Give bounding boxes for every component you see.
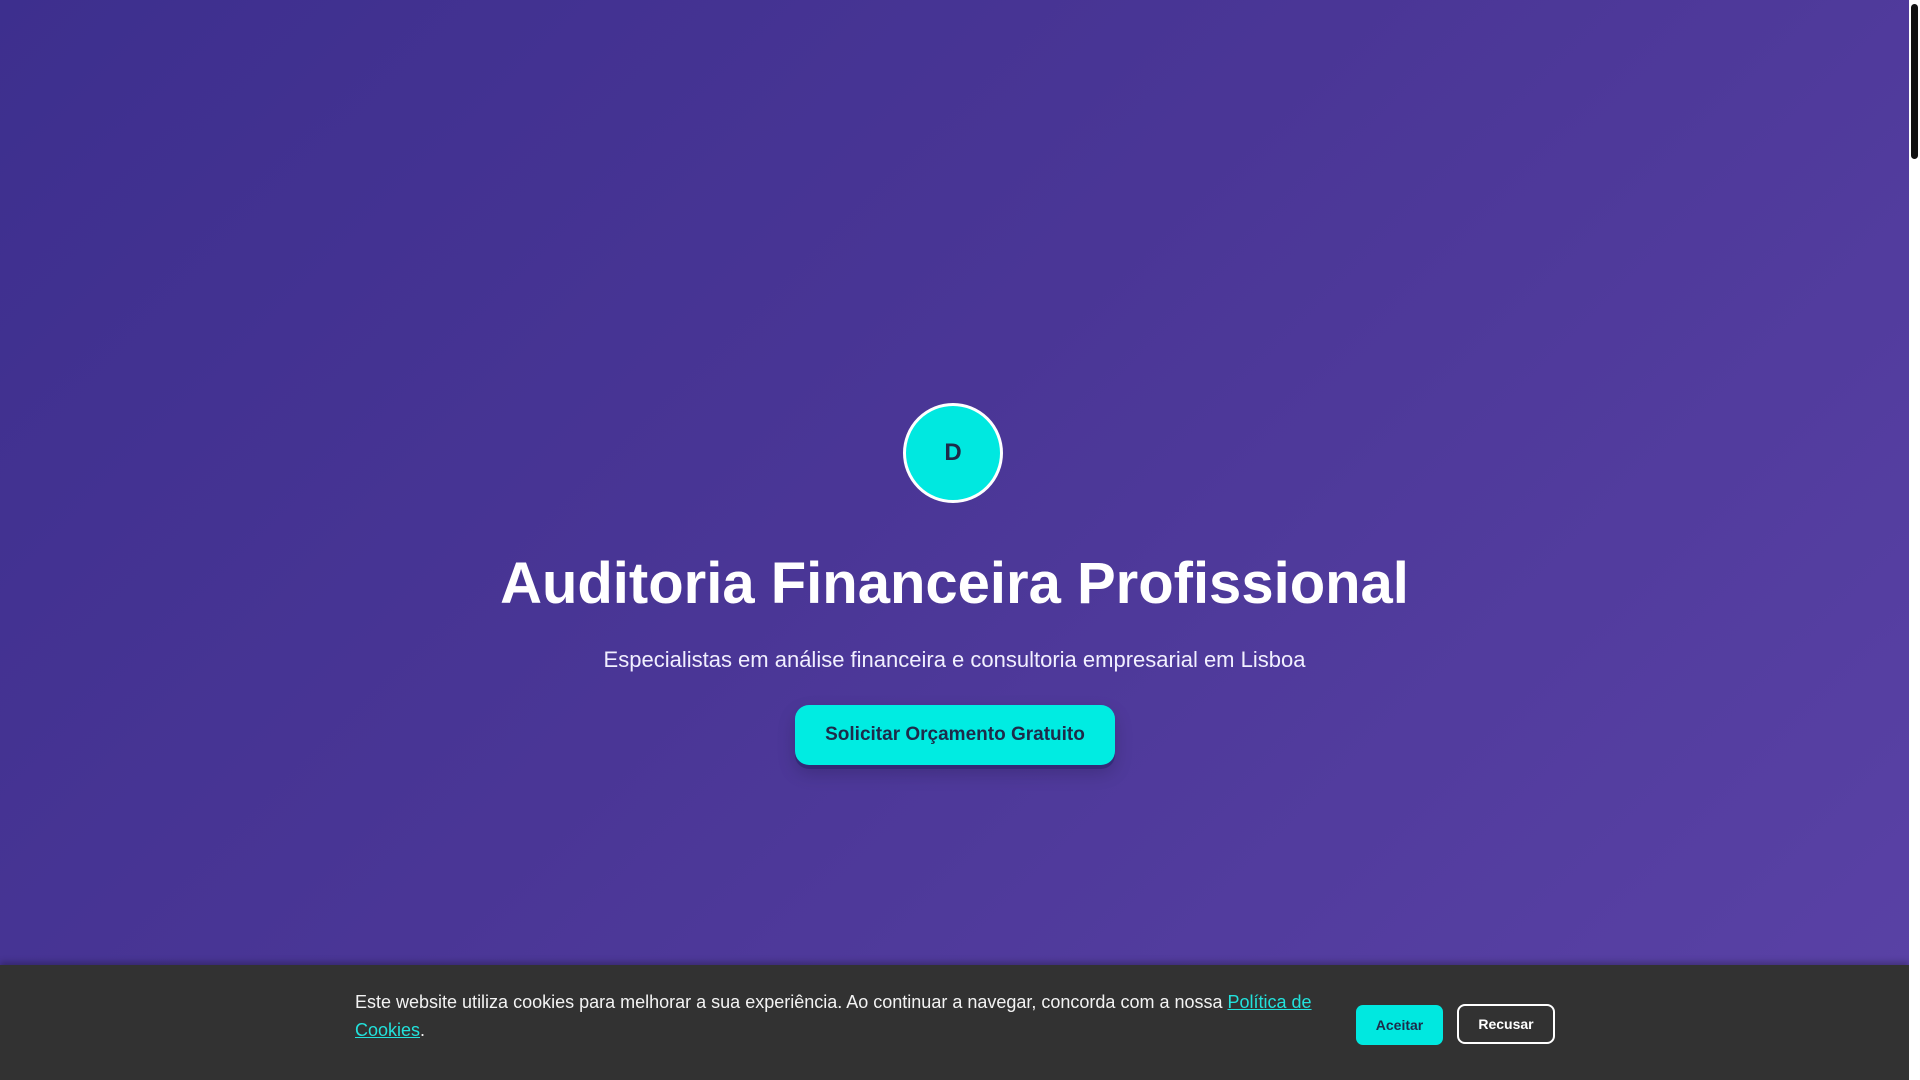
decline-cookies-button[interactable]: Recusar xyxy=(1457,1004,1555,1044)
scrollbar-thumb[interactable] xyxy=(1911,4,1918,159)
scrollbar[interactable] xyxy=(1909,0,1920,1080)
request-quote-button[interactable]: Solicitar Orçamento Gratuito xyxy=(795,705,1115,765)
logo-letter: D xyxy=(944,439,962,466)
logo-badge: D xyxy=(903,403,1003,503)
hero-section: D Auditoria Financeira Profissional Espe… xyxy=(0,0,1909,1080)
cookie-message: Este website utiliza cookies para melhor… xyxy=(355,988,1325,1044)
page-subtitle: Especialistas em análise financeira e co… xyxy=(603,647,1306,672)
accept-cookies-button[interactable]: Aceitar xyxy=(1356,1005,1443,1045)
page-title: Auditoria Financeira Profissional xyxy=(500,551,1409,616)
cookie-message-end: . xyxy=(420,1020,426,1040)
cookie-message-text: Este website utiliza cookies para melhor… xyxy=(355,992,1228,1012)
cookie-banner: Este website utiliza cookies para melhor… xyxy=(0,965,1909,1080)
